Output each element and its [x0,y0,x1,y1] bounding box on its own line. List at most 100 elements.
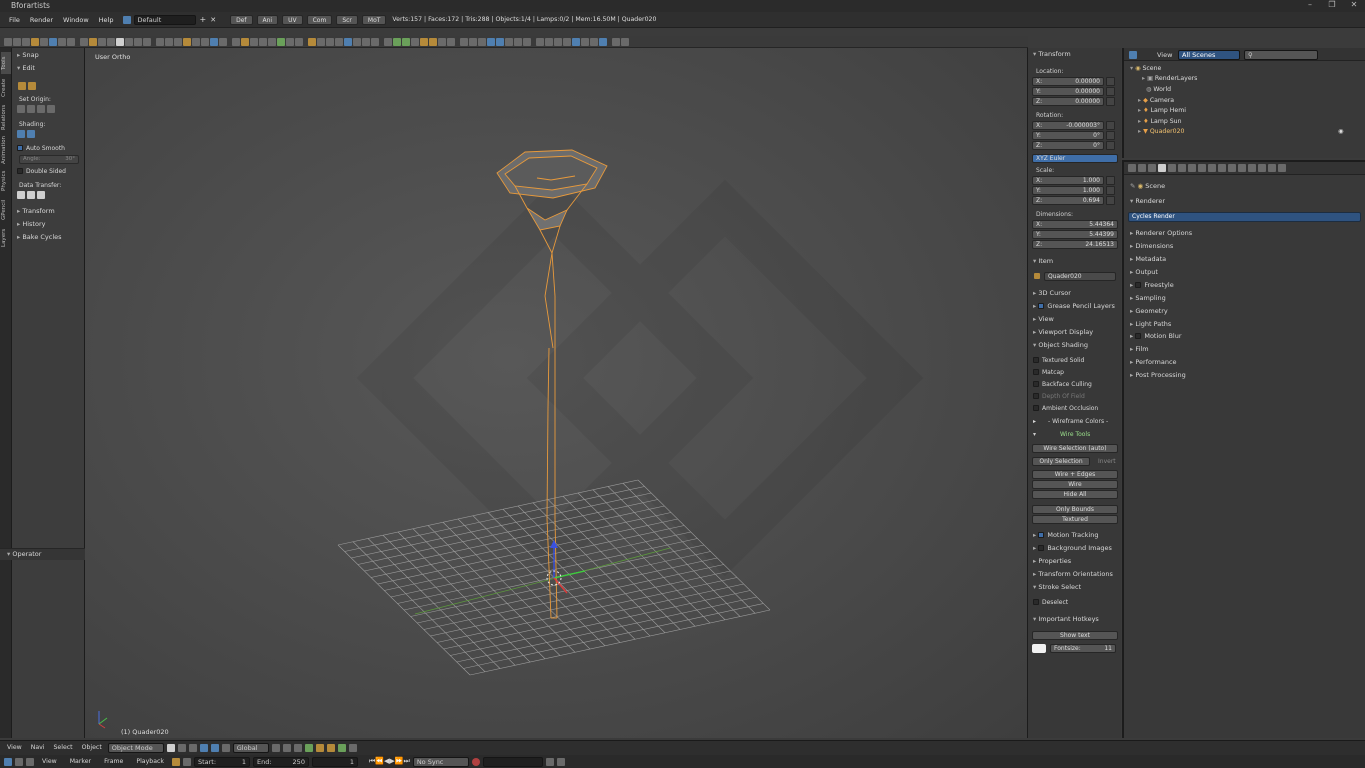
properties-context-icon[interactable] [1128,164,1136,172]
outliner-item-lamp-hemi[interactable]: ▸ ♦ Lamp Hemi [1138,107,1186,114]
scale-y-field[interactable]: Y: 1.000 [1032,186,1104,195]
toolbar-tool-icon[interactable] [402,37,410,46]
rotation-x-field[interactable]: X: -0.000003° [1032,121,1104,130]
panel-film[interactable]: Film [1130,345,1148,353]
screen-layout-field[interactable]: Default [133,14,196,25]
translate-icon[interactable] [199,743,208,752]
toolbar-tool-icon[interactable] [232,37,240,46]
toolbar-tool-icon[interactable] [335,37,343,46]
ambient-occlusion-checkbox[interactable]: Ambient Occlusion [1033,405,1098,412]
lock-icon[interactable] [1106,121,1115,130]
lock-icon[interactable] [1106,176,1115,185]
show-text-button[interactable]: Show text [1032,631,1118,640]
textured-solid-checkbox[interactable]: Textured Solid [1033,357,1084,364]
toolbar-tool-icon[interactable] [241,37,249,46]
workspace-tab-uv[interactable]: UV [282,14,303,25]
toolbar-tool-icon[interactable] [487,37,495,46]
timeline-type-icon[interactable] [15,757,23,766]
outliner-search-input[interactable]: ⚲ [1244,50,1318,60]
panel-output[interactable]: Output [1130,268,1158,276]
double-sided-checkbox[interactable]: Double Sided [17,168,66,175]
panel-bake-cycles[interactable]: Bake Cycles [17,233,61,241]
toolbar-tool-icon[interactable] [49,37,57,46]
display-mode-select[interactable]: All Scenes [1178,50,1240,60]
fontsize-field[interactable]: Fontsize: 11 [1050,644,1116,653]
toolbar-tool-icon[interactable] [308,37,316,46]
properties-context-icon[interactable] [1148,164,1156,172]
toolbar-tool-icon[interactable] [31,37,39,46]
toolbar-tool-icon[interactable] [295,37,303,46]
dimension-x-field[interactable]: X: 5.44364 [1032,220,1118,229]
keying-set-field[interactable] [482,756,543,767]
panel-metadata[interactable]: Metadata [1130,255,1166,263]
properties-context-icon[interactable] [1248,164,1256,172]
tab-create[interactable]: Create [1,76,11,100]
toolbar-tool-icon[interactable] [545,37,553,46]
properties-context-icon[interactable] [1218,164,1226,172]
toolbar-tool-icon[interactable] [259,37,267,46]
workspace-tab-scr[interactable]: Scr [336,14,358,25]
toolbar-tool-icon[interactable] [286,37,294,46]
shading-mode-icon[interactable] [166,743,175,752]
panel-3d-cursor[interactable]: 3D Cursor [1033,289,1071,297]
wireframe-colors-toggle[interactable]: ▸ - Wireframe Colors - [1033,418,1108,425]
properties-context-icon[interactable] [1138,164,1146,172]
panel-post-processing[interactable]: Post Processing [1130,371,1185,379]
panel-important-hotkeys[interactable]: Important Hotkeys [1033,615,1098,623]
timeline-playback-menu[interactable]: Playback [136,758,164,765]
screen-layout-icon[interactable] [122,15,131,24]
panel-performance[interactable]: Performance [1130,358,1176,366]
properties-context-icon[interactable] [1278,164,1286,172]
sync-mode-select[interactable]: No Sync [412,756,469,767]
timeline-frame-menu[interactable]: Frame [104,758,123,765]
minimize-button[interactable]: – [1299,0,1321,12]
toolbar-tool-icon[interactable] [572,37,580,46]
tab-tools[interactable]: Tools [1,52,11,74]
toolbar-tool-icon[interactable] [460,37,468,46]
pivot-icon[interactable] [177,743,186,752]
dimension-y-field[interactable]: Y: 5.44399 [1032,230,1118,239]
render-preview-icon[interactable] [315,743,324,752]
toolbar-tool-icon[interactable] [174,37,182,46]
toolbar-tool-icon[interactable] [469,37,477,46]
insert-keyframe-icon[interactable] [545,757,554,766]
origin-to-bounds-icon[interactable] [47,105,56,113]
mode-select[interactable]: Object Mode [107,742,164,753]
outliner-item-lamp-sun[interactable]: ▸ ♦ Lamp Sun [1138,118,1182,125]
3d-viewport[interactable]: User Ortho (1) Quader020 [85,48,1027,738]
panel-light-paths[interactable]: Light Paths [1130,320,1171,328]
angle-field[interactable]: Angle: 30° [19,155,79,164]
timeline-view-menu[interactable]: View [42,758,57,765]
text-color-swatch[interactable] [1032,644,1046,653]
panel-freestyle[interactable]: Freestyle [1130,281,1174,289]
footer-view-menu[interactable]: View [7,744,22,751]
grease-pencil-checkbox[interactable] [1038,303,1045,309]
tab-gpencil[interactable]: GPencil [1,196,11,224]
rotation-mode-select[interactable]: XYZ Euler [1032,154,1118,163]
properties-context-icon[interactable] [1208,164,1216,172]
panel-viewport-display[interactable]: Viewport Display [1033,328,1093,336]
toolbar-tool-icon[interactable] [353,37,361,46]
workspace-tab-com[interactable]: Com [306,14,333,25]
panel-grease-pencil-layers[interactable]: Grease Pencil Layers [1033,302,1115,310]
hide-all-button[interactable]: Hide All [1032,490,1118,499]
layers-icon[interactable] [304,743,313,752]
rotation-z-field[interactable]: Z: 0° [1032,141,1104,150]
snap-target-icon[interactable] [293,743,302,752]
timeline-editor-icon[interactable] [4,757,12,766]
panel-view[interactable]: View [1033,315,1053,323]
toolbar-tool-icon[interactable] [134,37,142,46]
toolbar-tool-icon[interactable] [125,37,133,46]
start-frame-field[interactable]: Start: 1 [193,756,250,767]
only-bounds-button[interactable]: Only Bounds [1032,505,1118,514]
toolbar-tool-icon[interactable] [40,37,48,46]
lock-icon[interactable] [1106,77,1115,86]
close-button[interactable]: ✕ [1343,0,1365,12]
wire-edges-button[interactable]: Wire + Edges [1032,470,1118,479]
properties-context-icon[interactable] [1258,164,1266,172]
orientation-select[interactable]: Global [232,742,269,753]
textured-button[interactable]: Textured [1032,515,1118,524]
footer-navi-menu[interactable]: Navi [31,744,45,751]
panel-dimensions[interactable]: Dimensions [1130,242,1173,250]
tab-physics[interactable]: Physics [1,168,11,194]
